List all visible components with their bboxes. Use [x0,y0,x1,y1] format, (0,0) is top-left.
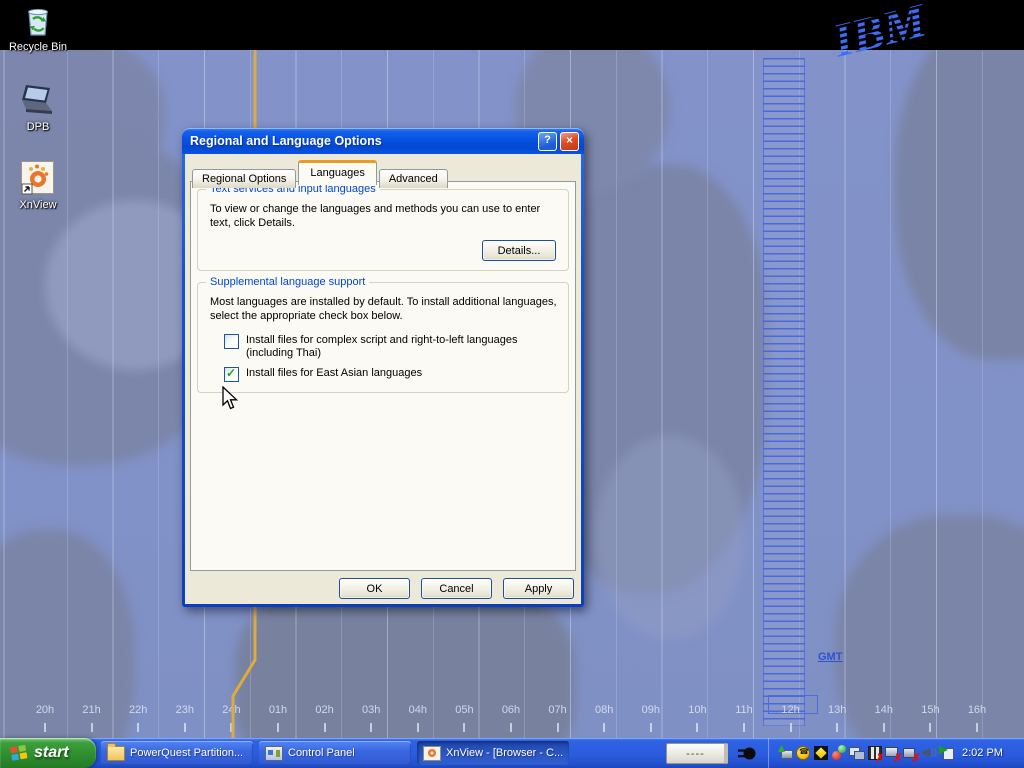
tz-label: 06h [496,704,526,716]
tz-label: 01h [263,704,293,716]
safely-remove-hardware-icon[interactable] [777,745,793,761]
network-disconnected-icon[interactable] [885,745,901,761]
tz-label: 09h [636,704,666,716]
tz-label: 16h [962,704,992,716]
checkbox-row: Install files for East Asian languages [224,367,564,382]
dialog-button-row: OK Cancel Apply [339,578,574,599]
details-button[interactable]: Details... [482,240,556,261]
antivirus-icon[interactable] [831,745,847,761]
gmt-label: GMT [818,651,842,663]
scheduler-error-icon[interactable] [867,745,883,761]
tz-label: 24h [216,704,246,716]
tz-label: 03h [356,704,386,716]
tz-label: 15h [915,704,945,716]
desktop-icon-xnview[interactable]: XnView [3,160,73,211]
tz-label: 23h [170,704,200,716]
pcanywhere-icon[interactable] [939,745,955,761]
tz-label: 02h [310,704,340,716]
apply-button[interactable]: Apply [503,578,574,599]
audio-disconnected-icon[interactable] [903,745,919,761]
top-black-band: IBM [0,0,1024,50]
checkbox-label: Install files for East Asian languages [246,367,422,380]
gmt-meridian-band [763,58,805,726]
tab[interactable]: Languages [298,160,376,185]
dialog-title: Regional and Language Options [182,134,538,148]
task-icon [423,746,441,761]
tz-label: 11h [729,704,759,716]
task-button[interactable]: PowerQuest Partition... [101,741,253,765]
language-bar[interactable]: ---- [666,743,728,764]
desktop-icon-dpb[interactable]: DPB [3,82,73,133]
task-icon [265,746,283,761]
group-body-text: Most languages are installed by default.… [210,296,558,323]
dialer-icon[interactable] [795,745,811,761]
help-button[interactable]: ? [538,132,557,151]
checkbox[interactable] [224,334,239,349]
tz-label: 21h [77,704,107,716]
task-icon [107,746,125,761]
checkbox-label: Install files for complex script and rig… [246,334,564,360]
mouse-cursor [222,386,240,412]
group-supplemental-language: Supplemental language support Most langu… [197,282,569,393]
tz-label: 20h [30,704,60,716]
task-button[interactable]: Control Panel [259,741,411,765]
checkbox-row: Install files for complex script and rig… [224,334,564,360]
network-computers-icon[interactable] [849,745,865,761]
tz-label: 10h [682,704,712,716]
recycle-bin-icon [3,2,73,38]
group-title: Supplemental language support [206,276,369,288]
tz-label: 13h [822,704,852,716]
desktop-icon-label: XnView [3,199,73,211]
task-button[interactable]: XnView - [Browser - C... [417,741,569,765]
taskbar-tasks: PowerQuest Partition... Control Panel Xn… [101,741,569,765]
desktop-icon-label: Recycle Bin [3,41,73,53]
checkbox-list: Install files for complex script and rig… [210,334,564,389]
languages-tab-page: Text services and input languages To vie… [190,181,576,571]
tz-label: 12h [776,704,806,716]
norton-diamond-icon[interactable] [813,745,829,761]
tz-label: 05h [449,704,479,716]
cancel-button[interactable]: Cancel [421,578,492,599]
system-tray: 2:02 PM [768,738,1024,768]
dialog-tabs: Regional OptionsLanguagesAdvanced [192,161,450,186]
svg-text:IBM: IBM [827,0,934,68]
clock: 2:02 PM [962,747,1014,759]
tz-label: 08h [589,704,619,716]
desktop-screen: GMT 20h 21h 22h 23h 24h 01h 02h 03h 04h 05h 06h 07h… [0,0,1024,768]
tz-label: 14h [869,704,899,716]
regional-language-options-dialog: Regional and Language Options ? × Region… [182,128,584,607]
desktop-icon-recycle-bin[interactable]: Recycle Bin [3,2,73,53]
start-button[interactable]: start [0,738,96,768]
power-plug-icon[interactable] [737,746,757,761]
tz-label: 07h [543,704,573,716]
ok-button[interactable]: OK [339,578,410,599]
checkbox[interactable] [224,367,239,382]
tz-label: 22h [123,704,153,716]
group-text-services: Text services and input languages To vie… [197,189,569,271]
group-body-text: To view or change the languages and meth… [210,203,558,230]
tray-icon-list [777,745,955,761]
desktop-icon-label: DPB [3,121,73,133]
taskbar: start PowerQuest Partition... Control Pa… [0,738,1024,768]
tz-label: 04h [403,704,433,716]
xnview-icon [3,160,73,196]
close-button[interactable]: × [560,132,579,151]
volume-icon[interactable] [921,745,937,761]
tab[interactable]: Advanced [379,169,448,188]
dialog-titlebar[interactable]: Regional and Language Options ? × [182,128,584,154]
laptop-icon [3,82,73,118]
windows-flag-icon [9,744,29,762]
tab[interactable]: Regional Options [192,169,296,188]
start-label: start [34,744,69,762]
